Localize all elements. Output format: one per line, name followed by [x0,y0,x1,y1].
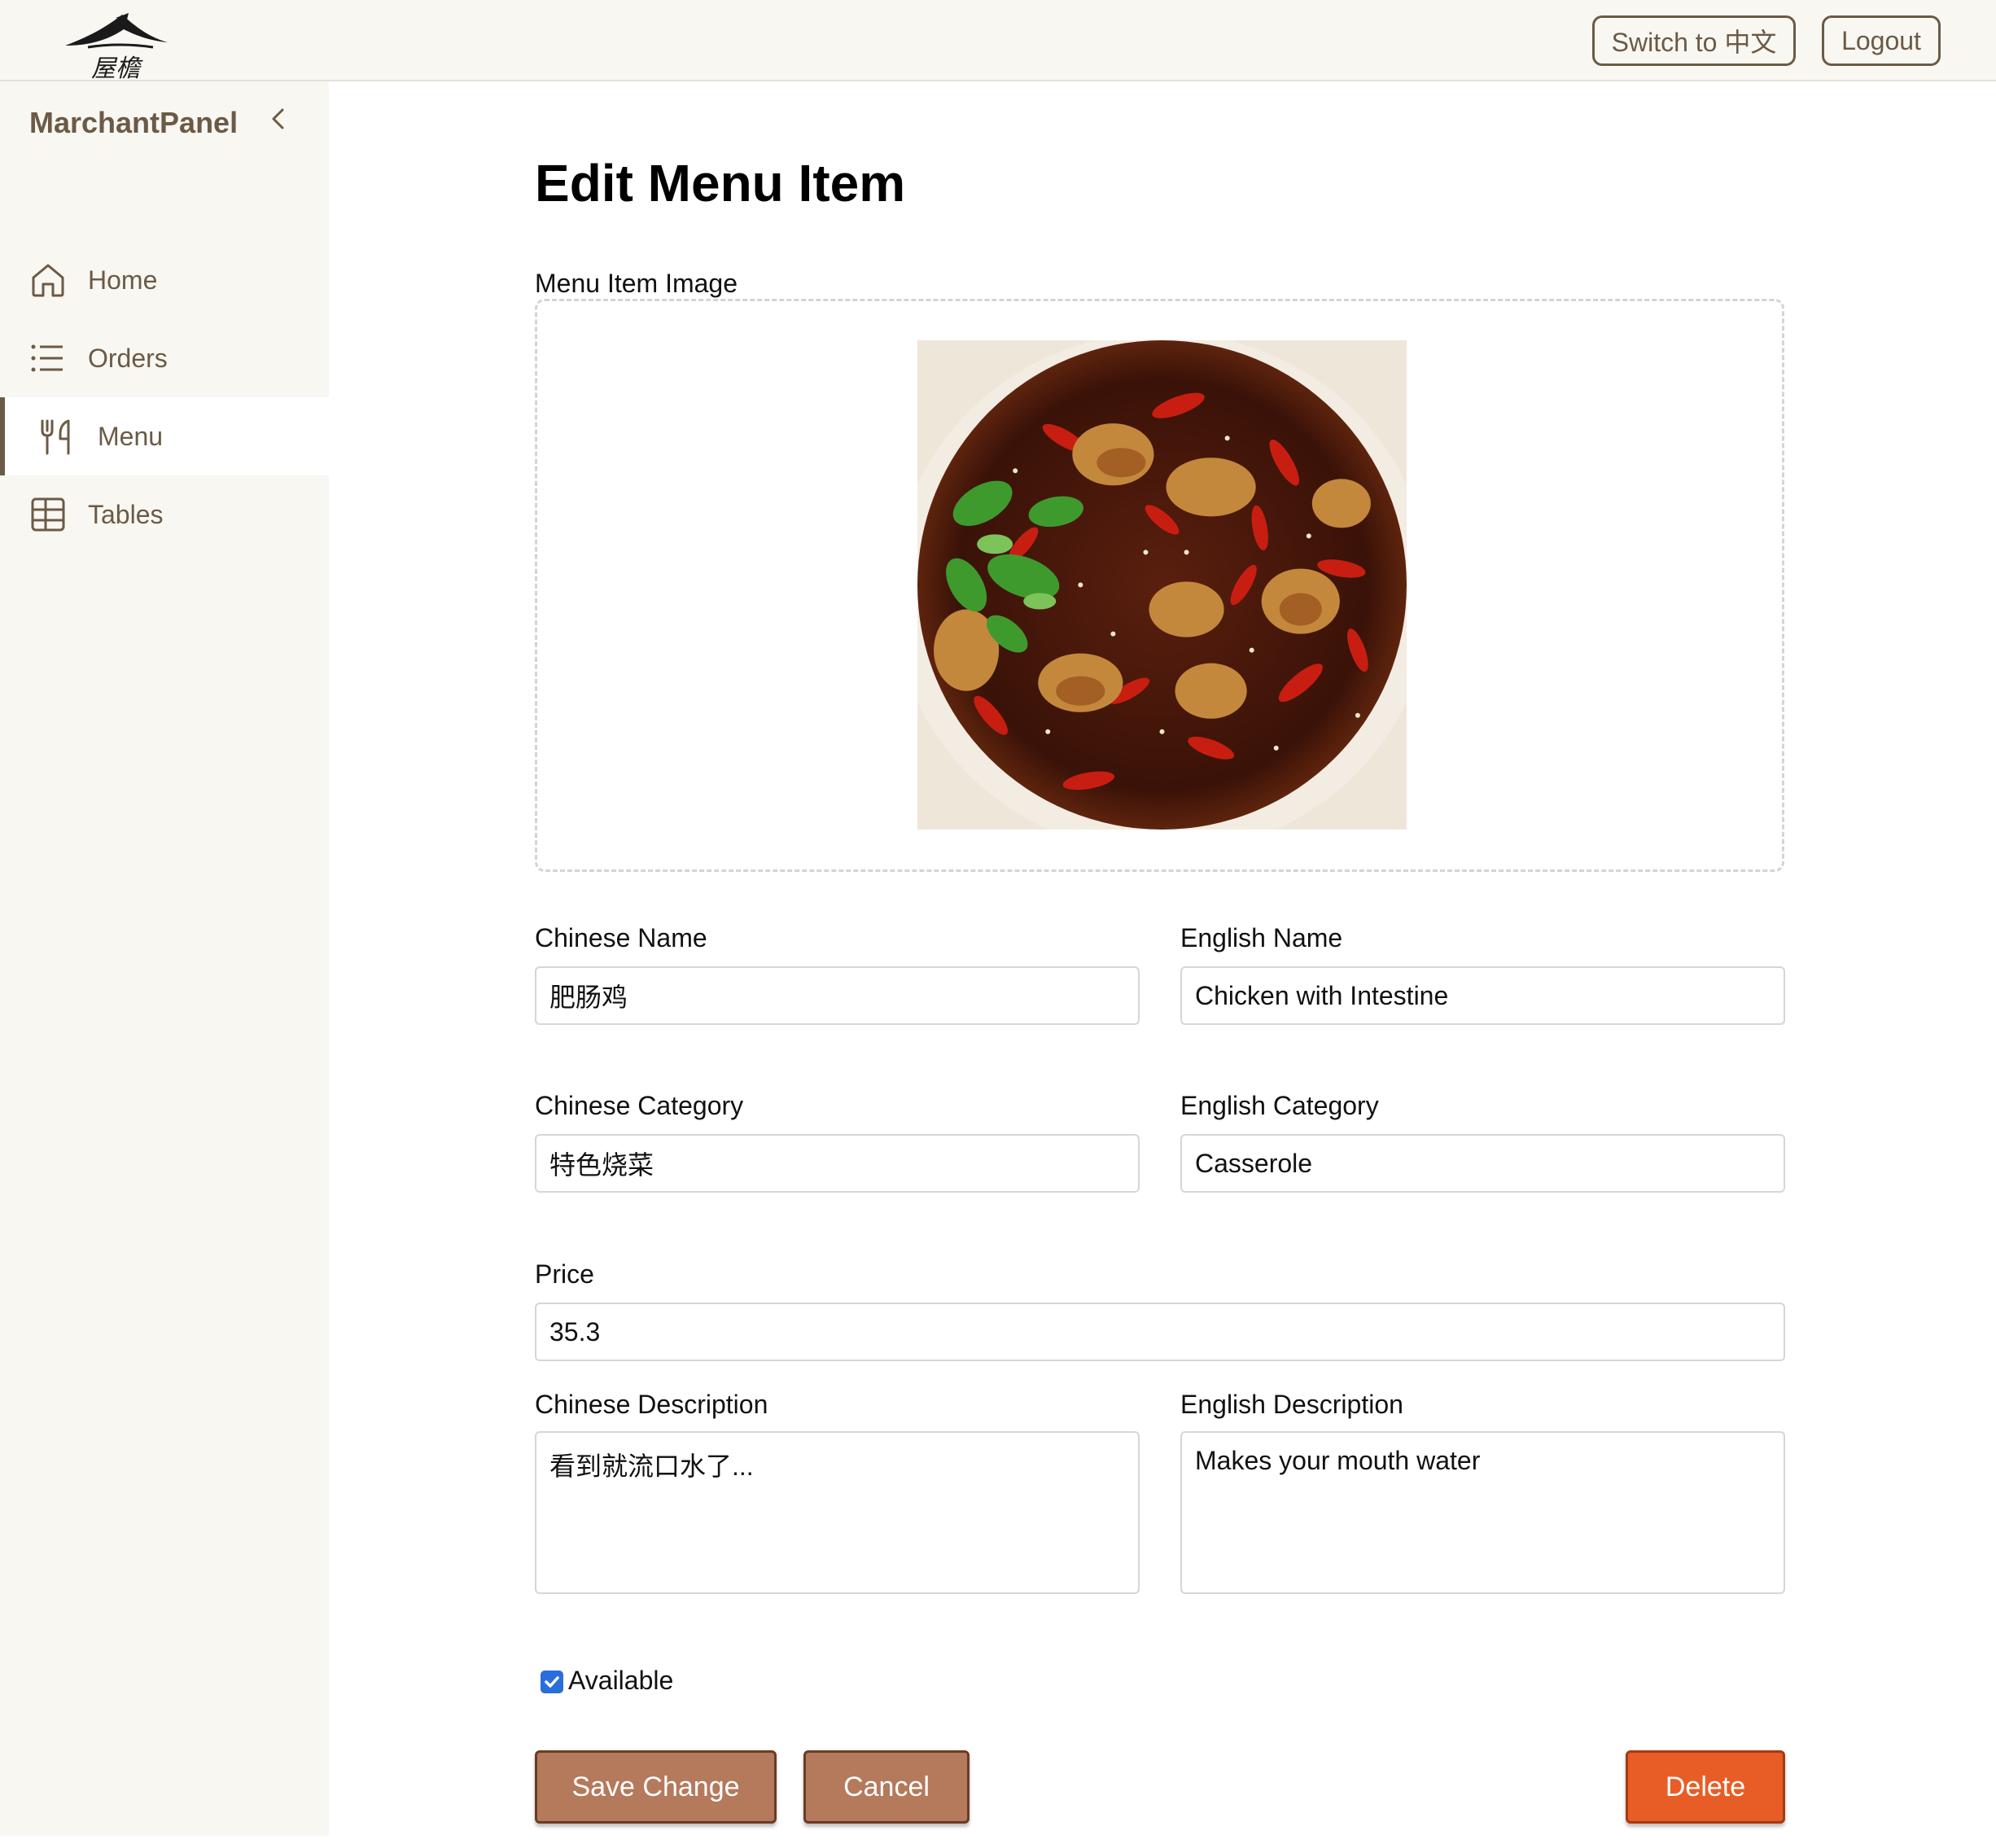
sidebar-item-label: Menu [98,421,164,451]
chinese-category-input[interactable]: 特色烧菜 [535,1134,1140,1193]
sidebar-item-label: Home [88,265,158,295]
top-bar: 屋檐 Switch to 中文 Logout [0,0,1996,83]
chevron-left-icon[interactable] [262,103,295,135]
english-description-label: English Description [1180,1390,1403,1419]
english-category-label: English Category [1180,1091,1379,1120]
cancel-button[interactable]: Cancel [803,1750,970,1824]
sidebar-item-menu[interactable]: Menu [0,397,329,475]
chinese-description-textarea[interactable]: 看到就流口水了... [535,1431,1140,1594]
available-label: Available [568,1666,674,1695]
save-change-button[interactable]: Save Change [535,1750,777,1824]
image-upload-area[interactable] [535,299,1784,872]
sidebar-item-label: Orders [88,343,168,373]
chinese-description-label: Chinese Description [535,1390,768,1419]
utensils-icon [37,418,75,455]
english-description-textarea[interactable]: Makes your mouth water [1180,1431,1785,1594]
delete-button[interactable]: Delete [1626,1750,1785,1824]
sidebar: MarchantPanel Home Orders Menu Tables [0,81,329,1836]
price-label: Price [535,1259,594,1289]
available-checkbox[interactable] [541,1671,563,1693]
sidebar-item-orders[interactable]: Orders [0,319,329,397]
sidebar-item-tables[interactable]: Tables [0,475,329,554]
sidebar-brand: MarchantPanel [29,106,239,139]
chinese-category-label: Chinese Category [535,1091,744,1120]
english-name-input[interactable]: Chicken with Intestine [1180,966,1785,1025]
menu-item-image [917,340,1407,830]
check-icon [545,1676,559,1688]
english-name-label: English Name [1180,923,1343,952]
page-title: Edit Menu Item [535,154,906,212]
home-icon [29,261,67,299]
chinese-name-input[interactable]: 肥肠鸡 [535,966,1140,1025]
list-icon [29,339,67,377]
logo-text: 屋檐 [91,55,143,80]
chinese-name-label: Chinese Name [535,923,707,952]
table-icon [29,496,67,533]
brand-logo[interactable]: 屋檐 [59,11,173,83]
sidebar-item-label: Tables [88,499,164,529]
english-category-input[interactable]: Casserole [1180,1134,1785,1193]
logout-button[interactable]: Logout [1822,15,1941,66]
image-label: Menu Item Image [535,269,738,298]
sidebar-item-home[interactable]: Home [0,241,329,319]
price-input[interactable]: 35.3 [535,1303,1785,1361]
switch-language-button[interactable]: Switch to 中文 [1592,15,1796,66]
